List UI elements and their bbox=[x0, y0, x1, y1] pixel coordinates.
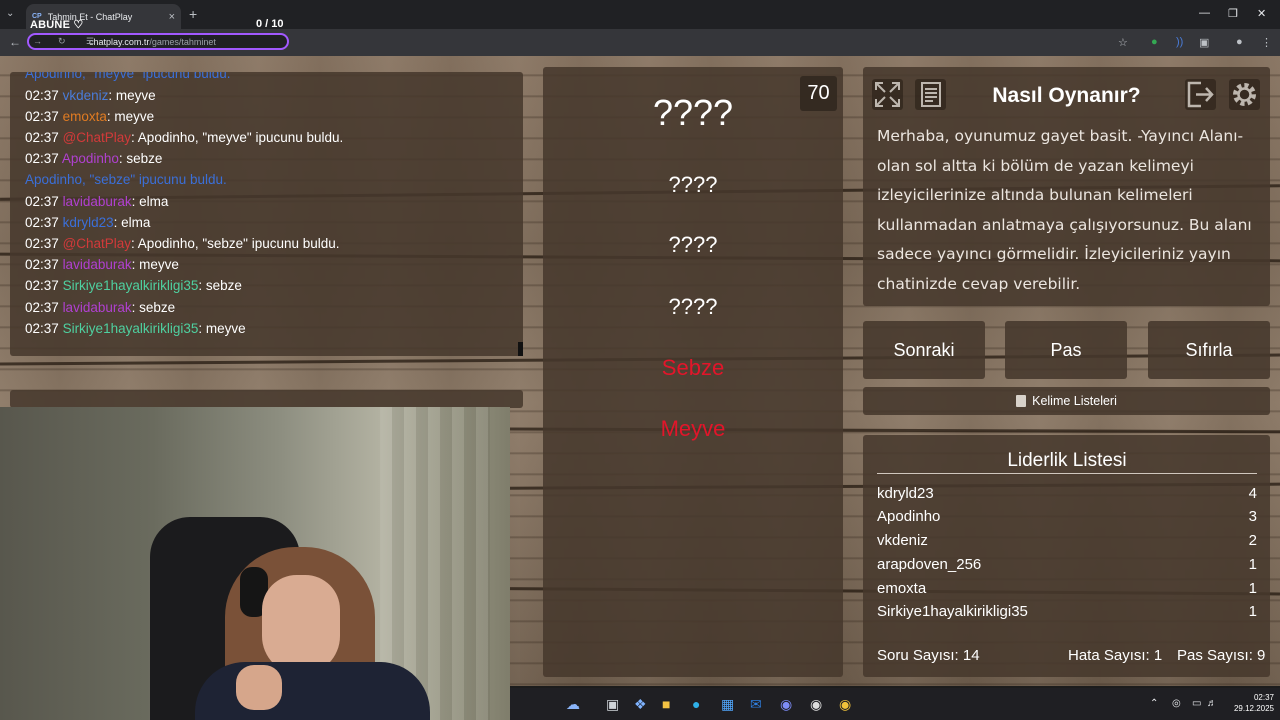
task-view-icon[interactable]: ▣ bbox=[606, 696, 619, 713]
back-icon[interactable]: ← bbox=[9, 35, 21, 49]
new-tab-icon[interactable]: + bbox=[189, 6, 197, 22]
forward-icon[interactable]: → bbox=[33, 36, 42, 46]
exit-icon[interactable] bbox=[1183, 77, 1218, 112]
chat-system-message: Apodinho, "meyve" ipucunu buldu. bbox=[25, 72, 231, 81]
tab-list-icon[interactable]: ⌄ bbox=[6, 8, 14, 19]
pass-count: Pas Sayısı: 9 bbox=[1177, 647, 1266, 664]
discord-icon[interactable]: ◉ bbox=[780, 696, 792, 713]
browser-titlebar: ⌄ CP Tahmin Et - ChatPlay × + — ❐ ✕ bbox=[0, 0, 1280, 29]
chat-message: 02:37 Apodinho: sebze bbox=[25, 151, 163, 166]
clock-date: 29.12.2025 bbox=[1233, 704, 1274, 713]
chat-message: 02:37 kdryld23: elma bbox=[25, 215, 151, 230]
maximize-icon[interactable]: ❐ bbox=[1228, 7, 1238, 20]
streamer-face bbox=[262, 575, 340, 675]
taskbar-clock[interactable]: 02:37 29.12.2025 bbox=[1222, 692, 1274, 714]
address-bar-row: ← chatplay.com.tr/games/tahminet → ↻ ☰ ☆… bbox=[0, 29, 1280, 56]
found-word: Meyve bbox=[660, 416, 726, 441]
chat-message: 02:37 @ChatPlay: Apodinho, "meyve" ipucu… bbox=[25, 130, 344, 145]
bookmark-star-icon[interactable]: ☆ bbox=[1118, 36, 1128, 49]
url-domain: chatplay.com.tr bbox=[89, 36, 150, 47]
mail-icon[interactable]: ✉ bbox=[750, 696, 762, 713]
notepad-icon bbox=[1016, 395, 1027, 407]
next-button[interactable]: Sonraki bbox=[863, 321, 985, 379]
chat-message: 02:37 lavidaburak: sebze bbox=[25, 300, 176, 315]
close-window-icon[interactable]: ✕ bbox=[1257, 7, 1266, 20]
volume-icon[interactable]: ♬ bbox=[1207, 698, 1217, 709]
chat-message: 02:37 vkdeniz: meyve bbox=[25, 88, 156, 103]
chat-message: 02:37 emoxta: meyve bbox=[25, 109, 155, 124]
microphone-icon[interactable]: ◎ bbox=[1172, 698, 1181, 709]
how-to-play-text: Merhaba, oyunumuz gayet basit. -Yayıncı … bbox=[877, 127, 1252, 293]
profile-avatar-icon[interactable]: ● bbox=[1236, 36, 1243, 48]
clock-time: 02:37 bbox=[1253, 693, 1274, 702]
hidden-word: ???? bbox=[668, 294, 718, 319]
file-explorer-icon[interactable]: ■ bbox=[662, 696, 670, 712]
tray-overflow-icon[interactable]: ⌃ bbox=[1150, 698, 1158, 709]
display-icon[interactable]: ▭ bbox=[1192, 698, 1201, 709]
webcam-overlay bbox=[0, 407, 510, 720]
reset-button[interactable]: Sıfırla bbox=[1148, 321, 1270, 379]
error-count: Hata Sayısı: 1 bbox=[1068, 647, 1163, 664]
main-hidden-word: ???? bbox=[652, 92, 734, 133]
reload-icon[interactable]: ↻ bbox=[58, 36, 66, 47]
browser-menu-icon[interactable]: ⋮ bbox=[1261, 36, 1272, 49]
hidden-word: ???? bbox=[668, 232, 718, 257]
edge-icon[interactable]: ● bbox=[692, 696, 700, 712]
pass-button[interactable]: Pas bbox=[1005, 321, 1127, 379]
streamer-area-panel bbox=[10, 390, 523, 408]
url-input[interactable]: chatplay.com.tr/games/tahminet bbox=[27, 33, 289, 50]
word-lists-button[interactable]: Kelime Listeleri bbox=[863, 387, 1270, 415]
obs-icon[interactable]: ◉ bbox=[810, 696, 822, 713]
chat-feed[interactable]: Apodinho, "meyve" ipucunu buldu. 02:37 v… bbox=[10, 72, 523, 356]
hidden-word: ???? bbox=[668, 172, 718, 197]
extension-audio-icon[interactable]: )) bbox=[1176, 36, 1183, 48]
word-lists-label: Kelime Listeleri bbox=[1032, 394, 1117, 408]
chat-system-message: Apodinho, "sebze" ipucunu buldu. bbox=[25, 172, 227, 187]
settings-gear-icon[interactable] bbox=[1227, 77, 1262, 112]
close-tab-icon[interactable]: × bbox=[169, 11, 175, 23]
question-count: Soru Sayısı: 14 bbox=[877, 647, 980, 664]
url-path: /games/tahminet bbox=[149, 36, 216, 47]
store-icon[interactable]: ▦ bbox=[721, 696, 734, 713]
chat-message: 02:37 Sirkiye1hayalkirikligi35: sebze bbox=[25, 278, 242, 293]
copilot-icon[interactable]: ❖ bbox=[634, 696, 647, 713]
site-info-icon[interactable]: ☰ bbox=[86, 36, 94, 47]
leaderboard-title: Liderlik Listesi bbox=[1007, 450, 1127, 471]
chat-message: 02:37 @ChatPlay: Apodinho, "sebze" ipucu… bbox=[25, 236, 340, 251]
windows-taskbar: ☁ ▣ ❖ ■ ● ▦ ✉ ◉ ◉ ◉ ⌃ ◎ ▭ ♬ bbox=[510, 688, 1280, 720]
chat-message: 02:37 lavidaburak: meyve bbox=[25, 257, 179, 272]
chat-scrollbar[interactable] bbox=[518, 342, 523, 356]
chat-message: 02:37 Sirkiye1hayalkirikligi35: meyve bbox=[25, 321, 246, 336]
extension-shield-icon[interactable]: ● bbox=[1151, 36, 1158, 48]
leaderboard-divider bbox=[877, 473, 1257, 474]
chrome-icon[interactable]: ◉ bbox=[839, 696, 851, 713]
found-word: Sebze bbox=[661, 355, 725, 380]
minimize-icon[interactable]: — bbox=[1199, 7, 1210, 19]
chat-message: 02:37 lavidaburak: elma bbox=[25, 194, 169, 209]
weather-widget-icon[interactable]: ☁ bbox=[566, 696, 580, 713]
extensions-puzzle-icon[interactable]: ▣ bbox=[1199, 36, 1209, 49]
